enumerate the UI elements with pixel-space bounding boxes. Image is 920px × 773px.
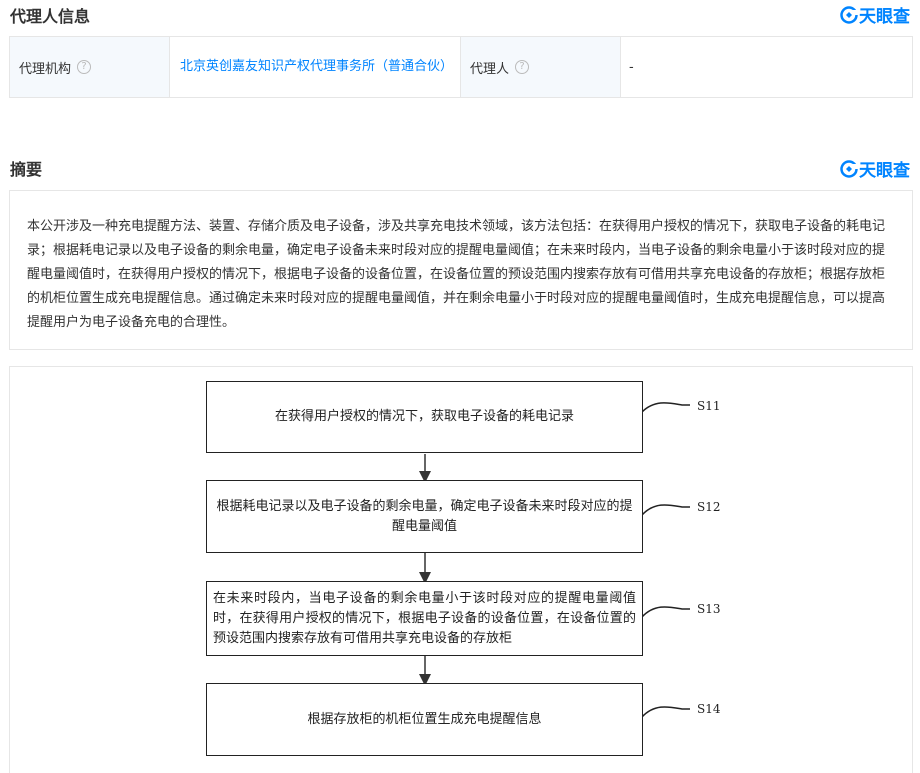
agency-link[interactable]: 北京英创嘉友知识产权代理事务所（普通合伙） <box>180 56 453 78</box>
agent-value-cell: - <box>621 37 912 97</box>
agent-label-cell: 代理人 ? <box>461 37 621 97</box>
tianyancha-logo[interactable]: 天眼查 <box>840 2 910 27</box>
abstract-figure: 在获得用户授权的情况下，获取电子设备的耗电记录 S11 根据耗电记录以及电子设备… <box>9 366 913 773</box>
flow-step-text: 根据存放柜的机柜位置生成充电提醒信息 <box>307 711 542 727</box>
step-leader-s12 <box>641 504 690 516</box>
step-label-s11: S11 <box>697 399 721 413</box>
tianyancha-logo-icon <box>840 5 858 24</box>
agent-value: - <box>629 59 634 75</box>
agent-section-title: 代理人信息 <box>10 7 91 26</box>
abstract-text-box: 本公开涉及一种充电提醒方法、装置、存储介质及电子设备，涉及共享充电技术领域，该方… <box>9 190 913 350</box>
agency-label: 代理机构 <box>19 61 72 77</box>
flow-step-s12: 根据耗电记录以及电子设备的剩余电量，确定电子设备未来时段对应的提醒电量阈值 <box>206 480 643 553</box>
help-icon[interactable]: ? <box>77 60 92 74</box>
flow-step-s11: 在获得用户授权的情况下，获取电子设备的耗电记录 <box>206 381 643 453</box>
logo-text: 天眼查 <box>859 7 910 27</box>
step-leader-s14 <box>641 706 690 718</box>
agency-label-cell: 代理机构 ? <box>10 37 170 97</box>
flow-step-text: 根据耗电记录以及电子设备的剩余电量，确定电子设备未来时段对应的提醒电量阈值 <box>216 498 633 534</box>
flow-step-text: 在获得用户授权的情况下，获取电子设备的耗电记录 <box>274 409 574 424</box>
flow-step-s13: 在未来时段内，当电子设备的剩余电量小于该时段对应的提醒电量阈值时，在获得用户授权… <box>206 581 643 656</box>
flow-step-text: 在未来时段内，当电子设备的剩余电量小于该时段对应的提醒电量阈值时，在获得用户授权… <box>213 590 636 646</box>
step-leader-s11 <box>641 402 690 413</box>
step-label-s12: S12 <box>697 500 721 514</box>
flow-step-s14: 根据存放柜的机柜位置生成充电提醒信息 <box>206 683 643 756</box>
abstract-section-title: 摘要 <box>10 160 43 179</box>
agency-value-cell: 北京英创嘉友知识产权代理事务所（普通合伙） <box>170 37 461 97</box>
help-icon[interactable]: ? <box>515 60 530 74</box>
tianyancha-logo-icon <box>840 159 858 178</box>
step-leader-s13 <box>641 606 690 618</box>
abstract-text: 本公开涉及一种充电提醒方法、装置、存储介质及电子设备，涉及共享充电技术领域，该方… <box>27 219 886 330</box>
agent-info-table: 代理机构 ? 北京英创嘉友知识产权代理事务所（普通合伙） 代理人 ? - <box>9 36 913 98</box>
tianyancha-logo[interactable]: 天眼查 <box>840 156 910 181</box>
step-label-s14: S14 <box>697 702 721 716</box>
agent-label: 代理人 <box>470 61 510 77</box>
step-label-s13: S13 <box>697 602 721 616</box>
logo-text: 天眼查 <box>859 161 910 181</box>
